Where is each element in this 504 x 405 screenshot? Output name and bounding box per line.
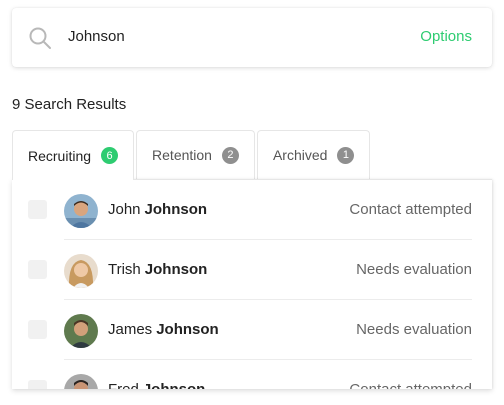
contact-name: James Johnson [108,320,219,340]
avatar [64,374,98,389]
list-item[interactable]: Fred Johnson Contact attempted [12,360,492,389]
avatar [64,194,98,228]
row-checkbox[interactable] [28,260,47,279]
tab-label: Archived [272,147,328,163]
search-input[interactable]: Johnson [68,27,125,47]
contact-name: Fred Johnson [108,380,205,389]
last-name: Johnson [156,321,219,338]
tab-label: Recruiting [28,147,92,164]
search-icon [28,26,52,50]
tab-count-badge: 1 [337,146,355,164]
avatar [64,314,98,348]
status-text: Needs evaluation [356,261,472,278]
contact-name: Trish Johnson [108,260,207,280]
first-name: James [108,321,153,338]
tab-retention[interactable]: Retention 2 [136,130,255,179]
search-bar[interactable]: Johnson Options [12,8,492,67]
last-name: Johnson [143,381,206,389]
last-name: Johnson [144,261,208,278]
first-name: Trish [108,261,141,278]
tab-recruiting[interactable]: Recruiting 6 [12,130,135,180]
list-item[interactable]: Trish Johnson Needs evaluation [12,240,492,300]
options-link[interactable]: Options [420,27,472,47]
tab-archived[interactable]: Archived 1 [256,130,371,179]
tab-count-badge: 2 [221,146,239,164]
first-name: John [108,201,141,218]
contact-name: John Johnson [108,200,207,220]
row-checkbox[interactable] [28,320,47,339]
tab-bar: Recruiting 6 Retention 2 Archived 1 [12,130,372,180]
last-name: Johnson [144,201,208,218]
tab-count-badge: 6 [101,147,119,164]
avatar [64,254,98,288]
results-count: 9 Search Results [12,96,127,113]
status-text: Contact attempted [349,380,472,389]
results-list: John Johnson Contact attempted Trish Johns… [12,179,492,389]
first-name: Fred [108,381,139,389]
row-checkbox[interactable] [28,380,47,389]
row-checkbox[interactable] [28,200,47,219]
status-text: Needs evaluation [356,321,472,338]
list-item[interactable]: John Johnson Contact attempted [12,180,492,240]
status-text: Contact attempted [349,201,472,218]
list-item[interactable]: James Johnson Needs evaluation [12,300,492,360]
tab-label: Retention [152,147,212,163]
